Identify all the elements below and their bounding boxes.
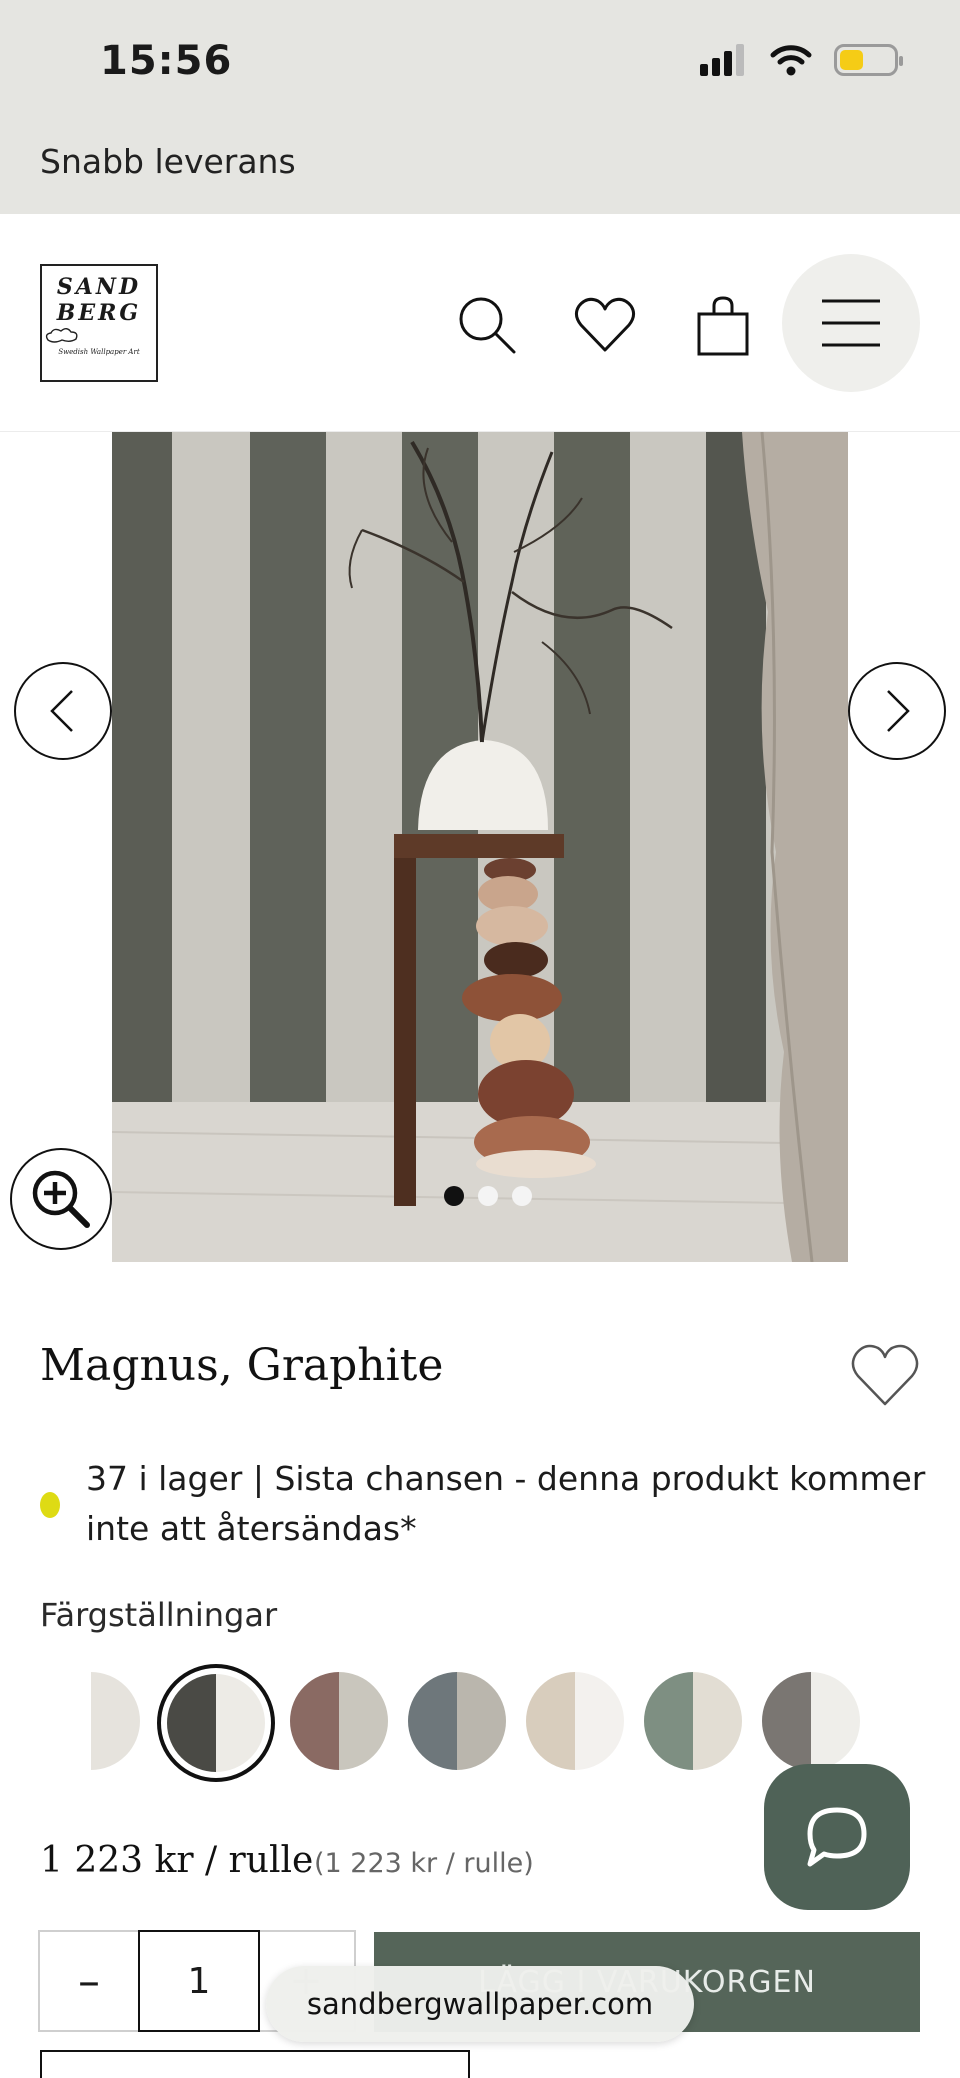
status-time: 15:56 (100, 38, 233, 84)
chat-bubble-icon (807, 1807, 867, 1867)
site-header: SAND BERG Swedish Wallpaper Art (0, 214, 960, 432)
colorway-swatch-selected[interactable] (167, 1674, 265, 1772)
brand-logo[interactable]: SAND BERG Swedish Wallpaper Art (40, 264, 158, 382)
colorways-label: Färgställningar (40, 1596, 278, 1634)
top-band: 15:56 Snabb leverans (0, 0, 960, 214)
gallery-pagination (444, 1186, 532, 1206)
product-image-gallery[interactable] (112, 432, 848, 1262)
colorway-swatch[interactable] (290, 1672, 388, 1770)
stock-status-text: 37 i lager | Sista chansen - denna produ… (86, 1459, 926, 1548)
shopping-bag-icon[interactable] (690, 292, 756, 358)
zoom-in-icon (32, 1170, 90, 1228)
quantity-input[interactable]: 1 (138, 1930, 260, 2032)
gallery-dot[interactable] (444, 1186, 464, 1206)
favorite-heart-icon[interactable] (848, 1340, 922, 1410)
menu-button[interactable] (782, 254, 920, 392)
colorway-swatch[interactable] (762, 1672, 860, 1770)
signal-icon (700, 44, 744, 76)
status-icons (700, 44, 903, 76)
cloud-ornament-icon (45, 328, 78, 343)
search-icon[interactable] (454, 292, 520, 358)
product-photo (112, 432, 848, 1262)
chat-button[interactable] (764, 1764, 910, 1910)
secondary-button-edge[interactable] (40, 2050, 470, 2078)
wifi-icon (770, 45, 812, 76)
chevron-right-icon (887, 690, 910, 732)
quantity-decrease-button[interactable]: – (40, 1932, 138, 2030)
stock-status-dot (40, 1492, 60, 1518)
colorway-swatch[interactable] (644, 1672, 742, 1770)
gallery-next-button[interactable] (848, 662, 946, 760)
product-title: Magnus, Graphite (40, 1340, 444, 1391)
gallery-dot[interactable] (512, 1186, 532, 1206)
colorway-swatch[interactable] (42, 1672, 140, 1770)
wishlist-heart-icon[interactable] (572, 292, 638, 358)
gallery-dot[interactable] (478, 1186, 498, 1206)
chevron-left-icon (50, 690, 73, 732)
hamburger-menu-icon (822, 299, 880, 347)
zoom-button[interactable] (10, 1148, 112, 1250)
colorway-swatch[interactable] (408, 1672, 506, 1770)
price-note: (1 223 kr / rulle) (314, 1848, 534, 1879)
promo-text: Snabb leverans (40, 142, 296, 181)
colorway-swatch[interactable] (526, 1672, 624, 1770)
gallery-prev-button[interactable] (14, 662, 112, 760)
product-price: 1 223 kr / rulle (40, 1840, 314, 1881)
battery-icon (834, 44, 903, 76)
browser-url-bar[interactable]: sandbergwallpaper.com (266, 1966, 694, 2042)
